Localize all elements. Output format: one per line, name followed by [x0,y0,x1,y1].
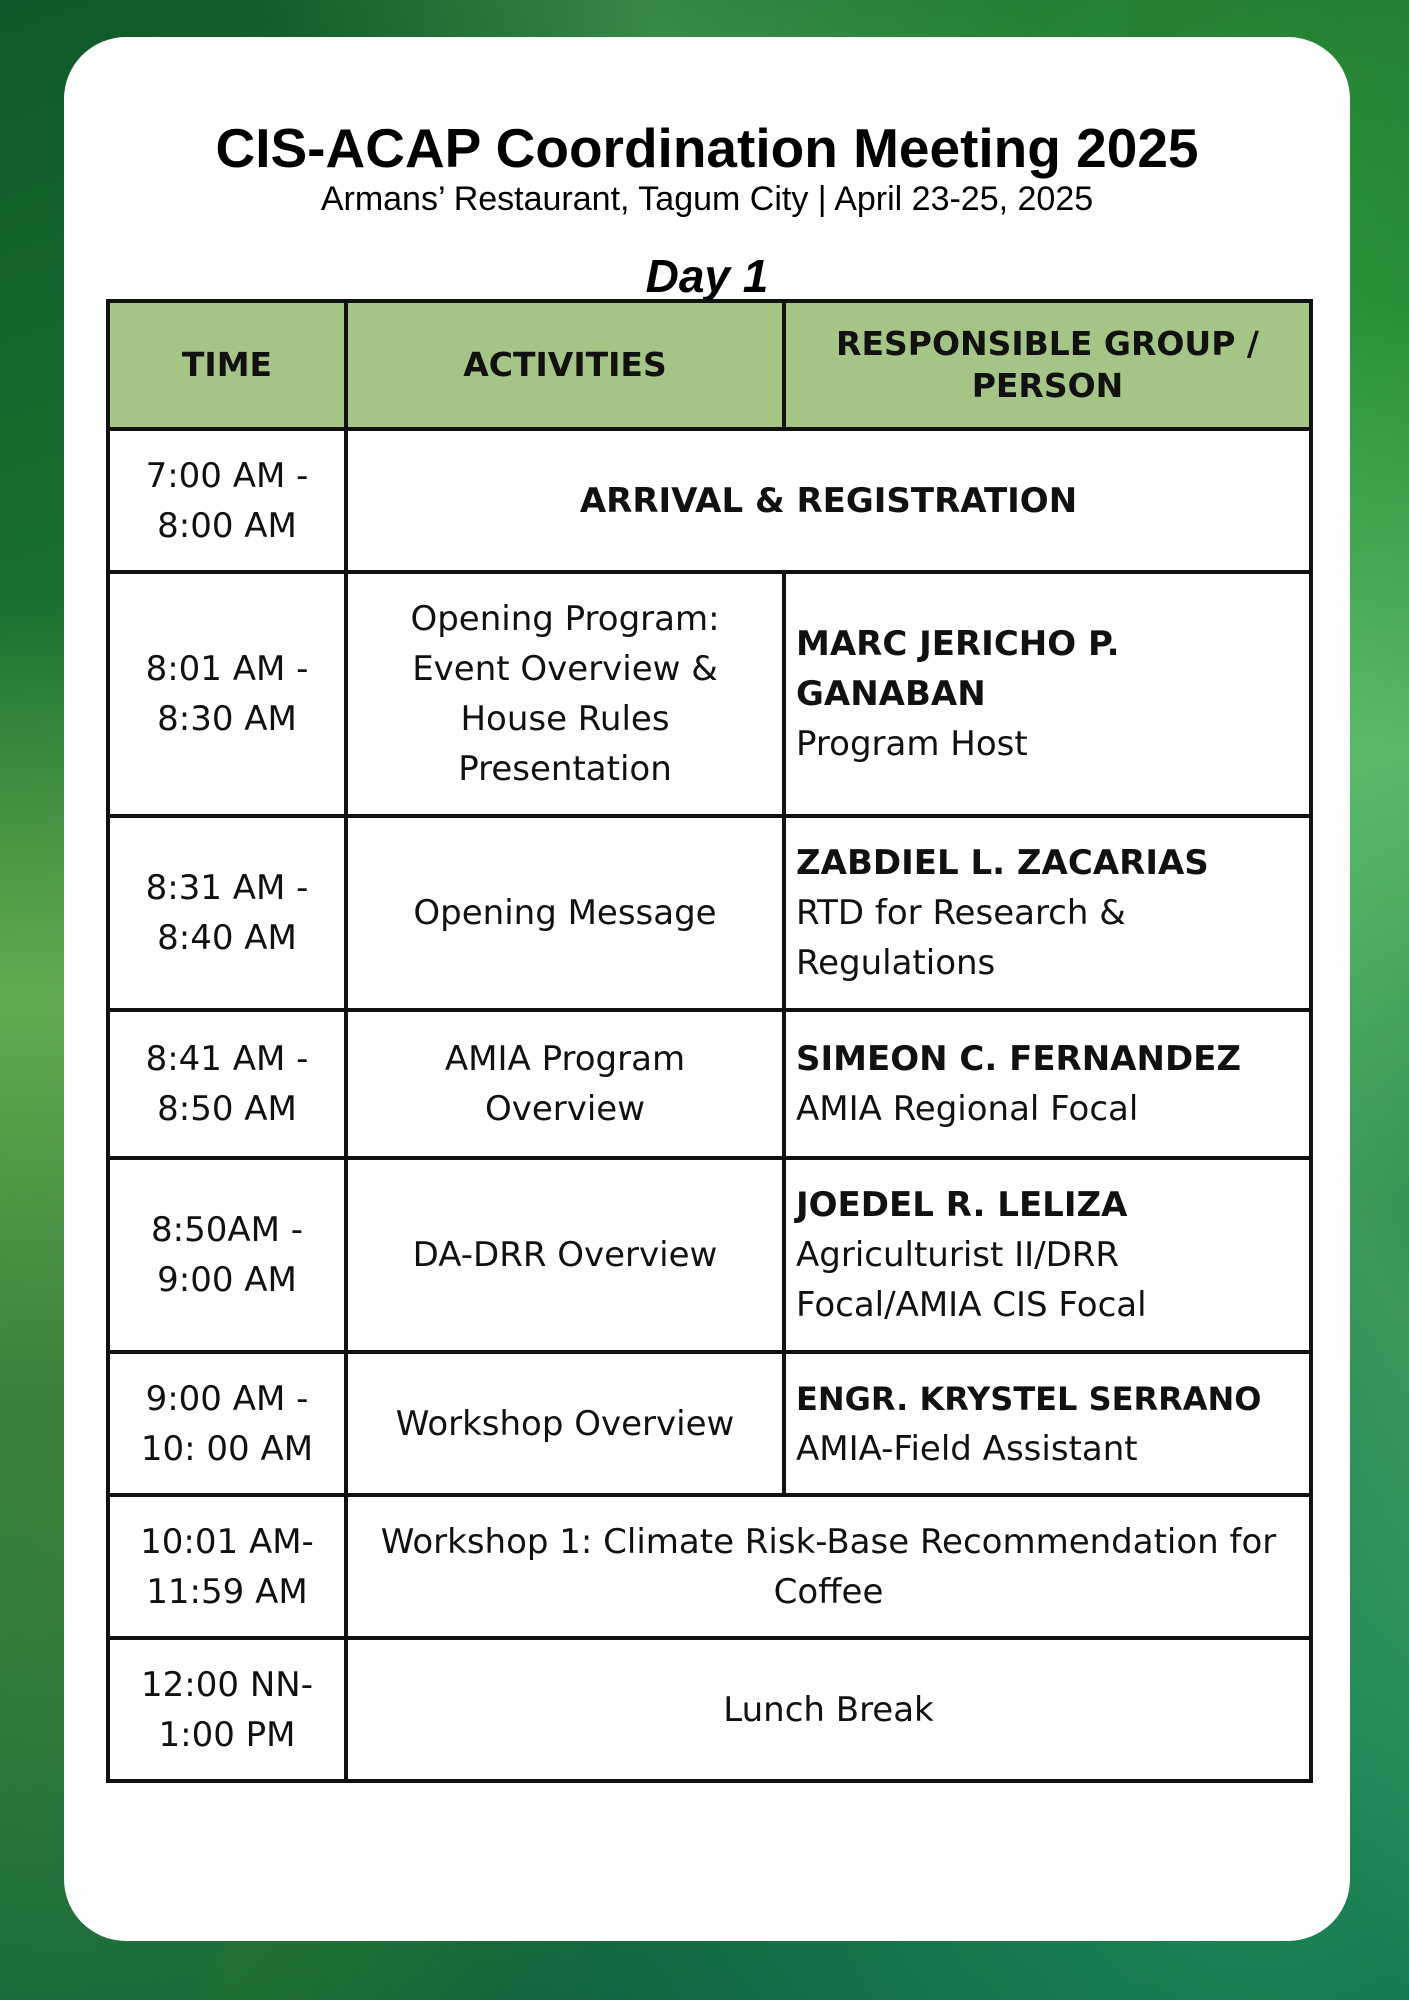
time-end: 11:59 AM [146,1571,308,1612]
time-cell: 8:01 AM - 8:30 AM [106,570,348,818]
table-row: 8:31 AM - 8:40 AM Opening Message ZABDIE… [106,814,1313,1012]
time-start: 8:31 AM - [145,868,309,908]
time-cell: 8:31 AM - 8:40 AM [106,814,348,1012]
table-row: 12:00 NN- 1:00 PM Lunch Break [106,1636,1313,1783]
responsible-cell: ENGR. KRYSTEL SERRANO AMIA-Field Assista… [782,1350,1313,1497]
table-row: 7:00 AM - 8:00 AM ARRIVAL & REGISTRATION [106,427,1313,574]
activity-cell: Workshop 1: Climate Risk-Base Recommenda… [344,1493,1313,1640]
background-light-streak [0,600,70,1400]
table-row: 10:01 AM- 11:59 AM Workshop 1: Climate R… [106,1493,1313,1640]
person-name: ENGR. KRYSTEL SERRANO [796,1379,1262,1418]
time-end: 8:50 AM [157,1089,297,1129]
time-cell: 9:00 AM - 10: 00 AM [106,1350,348,1497]
table-header-row: TIME ACTIVITIES RESPONSIBLE GROUP / PERS… [106,299,1313,431]
table-row: 8:41 AM - 8:50 AM AMIA Program Overview … [106,1008,1313,1160]
day-heading: Day 1 [645,250,769,302]
column-header-responsible: RESPONSIBLE GROUP / PERSON [782,299,1313,431]
person-role: AMIA-Field Assistant [796,1428,1138,1469]
activity-cell: Opening Program: Event Overview & House … [344,570,786,818]
time-end: 1:00 PM [158,1714,296,1755]
time-start: 10:01 AM- [140,1521,314,1562]
time-start: 7:00 AM - [145,455,309,496]
activity-cell: Opening Message [344,814,786,1012]
person-role: RTD for Research & Regulations [796,893,1126,983]
time-start: 12:00 NN- [141,1664,313,1705]
page-title: CIS-ACAP Coordination Meeting 2025 [215,117,1199,179]
person-role: Program Host [796,724,1028,764]
venue-date-subtitle: Armans’ Restaurant, Tagum City | April 2… [320,180,1094,218]
table-row: 8:50AM - 9:00 AM DA-DRR Overview JOEDEL … [106,1156,1313,1354]
background-light-streak [1350,300,1409,1200]
agenda-table: TIME ACTIVITIES RESPONSIBLE GROUP / PERS… [106,299,1313,1783]
responsible-cell: JOEDEL R. LELIZA Agriculturist II/DRR Fo… [782,1156,1313,1354]
activity-cell: AMIA Program Overview [344,1008,786,1160]
time-cell: 12:00 NN- 1:00 PM [106,1636,348,1783]
person-name: MARC JERICHO P. GANABAN [796,624,1120,714]
person-role: AMIA Regional Focal [796,1089,1139,1129]
activity-cell: DA-DRR Overview [344,1156,786,1354]
time-start: 9:00 AM - [145,1378,309,1419]
time-cell: 8:41 AM - 8:50 AM [106,1008,348,1160]
time-cell: 7:00 AM - 8:00 AM [106,427,348,574]
time-cell: 10:01 AM- 11:59 AM [106,1493,348,1640]
person-name: ZABDIEL L. ZACARIAS [796,843,1209,883]
responsible-cell: SIMEON C. FERNANDEZ AMIA Regional Focal [782,1008,1313,1160]
column-header-activities: ACTIVITIES [344,299,786,431]
time-start: 8:01 AM - [145,649,309,689]
table-row: 8:01 AM - 8:30 AM Opening Program: Event… [106,570,1313,818]
responsible-cell: MARC JERICHO P. GANABAN Program Host [782,570,1313,818]
activity-cell: Lunch Break [344,1636,1313,1783]
time-cell: 8:50AM - 9:00 AM [106,1156,348,1354]
time-start: 8:50AM - [150,1210,304,1250]
time-end: 9:00 AM [157,1260,297,1300]
activity-cell: Workshop Overview [344,1350,786,1497]
activity-cell: ARRIVAL & REGISTRATION [344,427,1313,574]
responsible-cell: ZABDIEL L. ZACARIAS RTD for Research & R… [782,814,1313,1012]
person-role: Agriculturist II/DRR Focal/AMIA CIS Foca… [796,1235,1147,1325]
time-end: 8:30 AM [157,699,297,739]
time-end: 8:00 AM [157,505,297,546]
table-row: 9:00 AM - 10: 00 AM Workshop Overview EN… [106,1350,1313,1497]
person-name: SIMEON C. FERNANDEZ [796,1039,1242,1079]
time-start: 8:41 AM - [145,1039,309,1079]
person-name: JOEDEL R. LELIZA [796,1185,1128,1225]
column-header-time: TIME [106,299,348,431]
time-end: 8:40 AM [157,918,297,958]
time-end: 10: 00 AM [140,1428,314,1469]
